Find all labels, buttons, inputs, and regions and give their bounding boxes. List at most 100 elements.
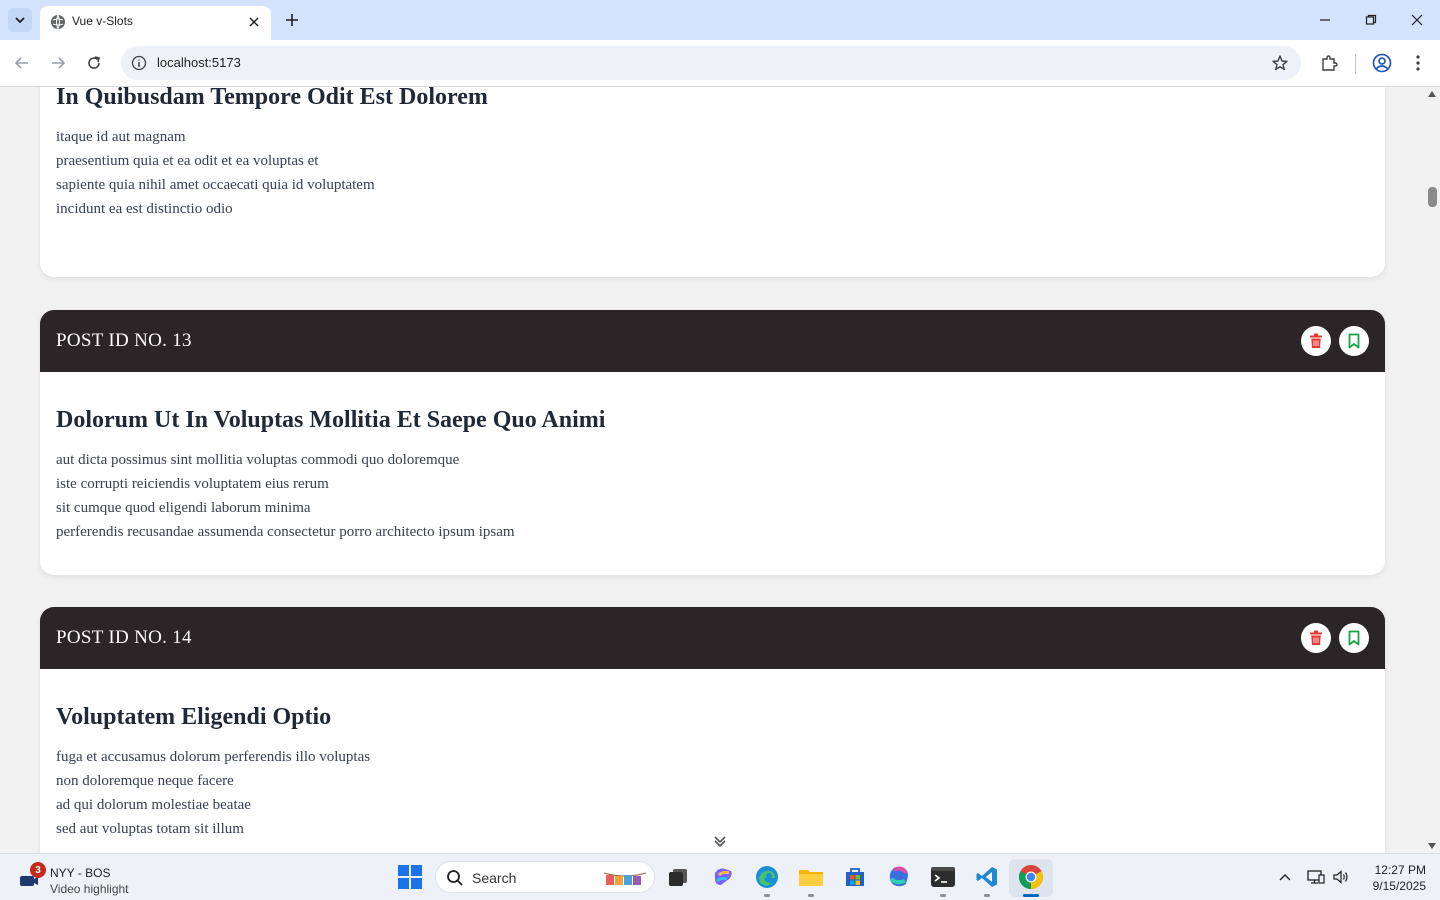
post-text: fuga et accusamus dolorum perferendis il… bbox=[56, 745, 1369, 841]
post-id-label: POST ID NO. 13 bbox=[56, 330, 192, 351]
delete-button[interactable] bbox=[1301, 326, 1331, 356]
post-text-line: itaque id aut magnam bbox=[56, 129, 186, 145]
site-info-icon[interactable] bbox=[131, 55, 147, 71]
post-text-line: incidunt ea est distinctio odio bbox=[56, 201, 233, 217]
scroll-down-arrow[interactable] bbox=[1428, 843, 1436, 849]
microsoft-store-icon[interactable] bbox=[841, 863, 869, 891]
page-scrollbar[interactable] bbox=[1425, 87, 1440, 853]
post-text-line: sit cumque quod eligendi laborum minima bbox=[56, 500, 311, 516]
tab-search-button[interactable] bbox=[8, 8, 32, 32]
extensions-button[interactable] bbox=[1318, 52, 1340, 74]
post-text-line: aut dicta possimus sint mollitia volupta… bbox=[56, 452, 460, 468]
new-tab-button[interactable] bbox=[281, 9, 303, 31]
notification-badge: 3 bbox=[30, 862, 46, 878]
m365-icon[interactable] bbox=[885, 863, 913, 891]
active-app-indicator bbox=[1023, 894, 1039, 897]
post-body: In Quibusdam Tempore Odit Est Dolorem it… bbox=[40, 87, 1385, 221]
volume-icon[interactable] bbox=[1332, 868, 1350, 886]
double-chevron-down-icon bbox=[714, 836, 726, 848]
plus-icon bbox=[286, 14, 298, 26]
post-card: In Quibusdam Tempore Odit Est Dolorem it… bbox=[40, 87, 1385, 277]
chrome-glyph-icon bbox=[1018, 865, 1044, 889]
restore-button[interactable] bbox=[1359, 8, 1383, 32]
windows-start-icon[interactable] bbox=[397, 864, 423, 890]
post-text-line: perferendis recusandae assumenda consect… bbox=[56, 524, 515, 540]
post-title: Voluptatem Eligendi Optio bbox=[56, 704, 332, 730]
weather-widget[interactable]: 3 NYY - BOS Video highlight bbox=[16, 860, 176, 896]
terminal-glyph-icon bbox=[931, 867, 955, 887]
trash-icon bbox=[1310, 630, 1322, 645]
post-body: Dolorum Ut In Voluptas Mollitia Et Saepe… bbox=[40, 372, 1385, 544]
folder-icon bbox=[799, 870, 823, 886]
running-indicator bbox=[808, 894, 814, 897]
post-header: POST ID NO. 14 bbox=[40, 607, 1385, 669]
speaker-icon bbox=[1333, 870, 1348, 884]
close-icon bbox=[249, 17, 259, 27]
file-explorer-icon[interactable] bbox=[797, 863, 825, 891]
post-text: aut dicta possimus sint mollitia volupta… bbox=[56, 448, 1369, 544]
running-indicator bbox=[984, 894, 990, 897]
widget-subtitle: Video highlight bbox=[50, 882, 129, 896]
taskbar-search[interactable]: Search bbox=[435, 861, 655, 893]
puzzle-icon bbox=[1322, 55, 1338, 71]
search-icon bbox=[447, 870, 463, 886]
browser-toolbar: localhost:5173 bbox=[0, 40, 1440, 87]
clock-time: 12:27 PM bbox=[1374, 863, 1426, 877]
bookmark-star-icon[interactable] bbox=[1271, 54, 1289, 72]
chrome-icon[interactable] bbox=[1017, 863, 1045, 891]
post-text-line: non doloremque neque facere bbox=[56, 773, 234, 789]
post-text: itaque id aut magnam praesentium quia et… bbox=[56, 125, 1369, 221]
edge-browser-icon[interactable] bbox=[753, 863, 781, 891]
show-hidden-icons-button[interactable] bbox=[1276, 868, 1294, 886]
scrollbar-thumb[interactable] bbox=[1428, 187, 1437, 207]
chevron-down-icon bbox=[15, 17, 25, 24]
reload-icon bbox=[88, 56, 100, 69]
trash-icon bbox=[1310, 333, 1322, 348]
toolbar-divider bbox=[1355, 54, 1356, 74]
post-id-label: POST ID NO. 14 bbox=[56, 627, 192, 648]
active-tab[interactable]: Vue v-Slots bbox=[40, 6, 271, 40]
forward-button[interactable] bbox=[46, 51, 70, 75]
minimize-icon bbox=[1320, 19, 1330, 21]
reload-button[interactable] bbox=[82, 51, 106, 75]
widget-title: NYY - BOS bbox=[50, 866, 111, 880]
post-text-line: praesentium quia et ea odit et ea volupt… bbox=[56, 153, 319, 169]
system-clock[interactable]: 12:27 PM 9/15/2025 bbox=[1362, 862, 1426, 894]
back-button[interactable] bbox=[10, 51, 34, 75]
close-window-button[interactable] bbox=[1405, 8, 1429, 32]
url-text[interactable]: localhost:5173 bbox=[157, 55, 241, 70]
post-body: Voluptatem Eligendi Optio fuga et accusa… bbox=[40, 669, 1385, 841]
edge-glyph-icon bbox=[756, 866, 778, 888]
network-glyph-icon bbox=[1307, 870, 1325, 884]
windows-taskbar: 3 NYY - BOS Video highlight Search 12:27… bbox=[0, 853, 1440, 900]
scroll-up-arrow[interactable] bbox=[1428, 91, 1436, 97]
address-bar[interactable]: localhost:5173 bbox=[121, 46, 1301, 80]
bookmark-button[interactable] bbox=[1339, 326, 1369, 356]
vscode-glyph-icon bbox=[976, 867, 997, 887]
post-header: POST ID NO. 13 bbox=[40, 310, 1385, 372]
terminal-icon[interactable] bbox=[929, 863, 957, 891]
vscode-icon[interactable] bbox=[973, 863, 1001, 891]
restore-icon bbox=[1365, 14, 1377, 25]
page-viewport: In Quibusdam Tempore Odit Est Dolorem it… bbox=[0, 87, 1425, 853]
profile-button[interactable] bbox=[1371, 52, 1393, 74]
m365-glyph-icon bbox=[889, 866, 908, 887]
profile-icon bbox=[1372, 53, 1392, 73]
task-view-icon[interactable] bbox=[664, 863, 692, 891]
running-indicator bbox=[940, 894, 946, 897]
search-placeholder: Search bbox=[472, 870, 517, 886]
minimize-button[interactable] bbox=[1313, 8, 1337, 32]
network-icon[interactable] bbox=[1307, 868, 1325, 886]
bookmark-button[interactable] bbox=[1339, 623, 1369, 653]
tab-close-button[interactable] bbox=[245, 13, 263, 31]
arrow-left-icon bbox=[14, 57, 28, 69]
tab-title: Vue v-Slots bbox=[72, 14, 133, 28]
bookmark-icon bbox=[1348, 333, 1360, 349]
post-card: POST ID NO. 14 Voluptatem Eligendi Optio… bbox=[40, 607, 1385, 853]
menu-button[interactable] bbox=[1407, 52, 1429, 74]
copilot-icon[interactable] bbox=[709, 863, 737, 891]
scroll-down-indicator[interactable] bbox=[708, 832, 732, 852]
delete-button[interactable] bbox=[1301, 623, 1331, 653]
post-title: Dolorum Ut In Voluptas Mollitia Et Saepe… bbox=[56, 407, 606, 433]
post-card: POST ID NO. 13 Dolorum Ut In Voluptas Mo… bbox=[40, 310, 1385, 575]
